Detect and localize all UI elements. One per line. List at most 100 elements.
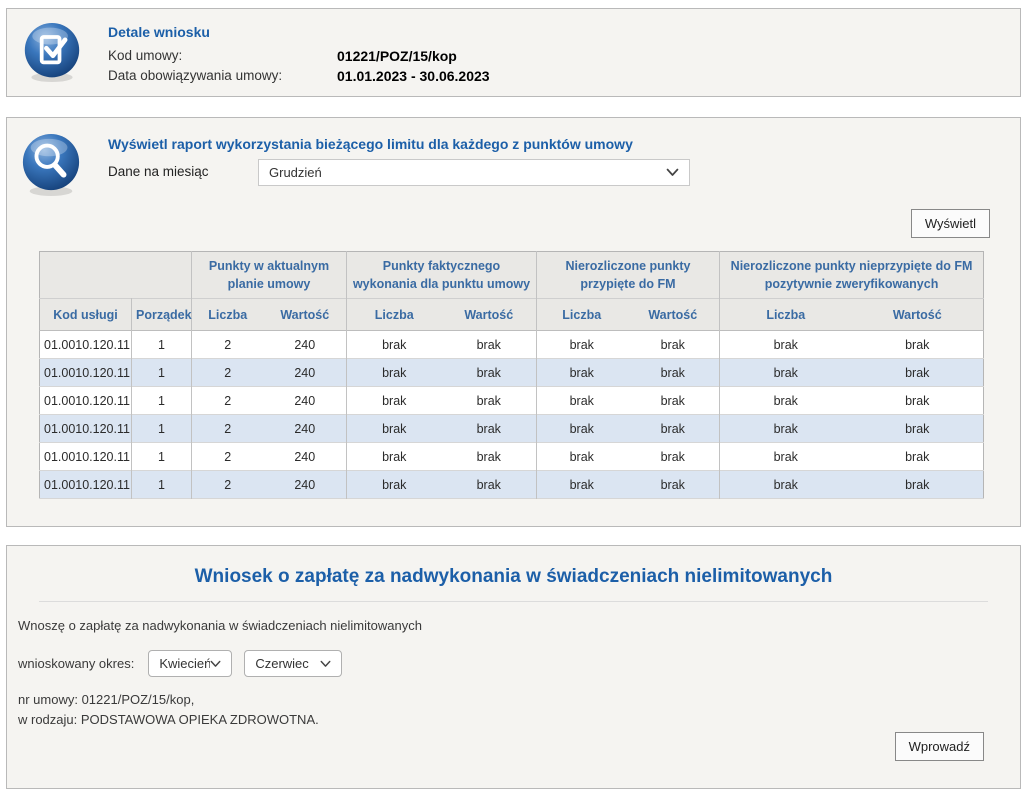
report-table: Punkty w aktualnym planie umowy Punkty f… bbox=[39, 251, 984, 499]
chevron-down-icon bbox=[210, 660, 231, 668]
overrun-payment-request-panel: Wniosek o zapłatę za nadwykonania w świa… bbox=[6, 545, 1021, 789]
request-title: Wniosek o zapłatę za nadwykonania w świa… bbox=[7, 566, 1020, 588]
table-cell: brak bbox=[720, 415, 852, 443]
table-cell: 240 bbox=[264, 331, 347, 359]
magnifier-icon bbox=[20, 132, 82, 201]
table-cell: 240 bbox=[264, 443, 347, 471]
table-cell: 240 bbox=[264, 387, 347, 415]
panel-title: Wyświetl raport wykorzystania bieżącego … bbox=[108, 136, 633, 152]
table-row: 01.0010.120.1112240brakbrakbrakbrakbrakb… bbox=[40, 331, 984, 359]
contract-details: Kod umowy: 01221/POZ/15/kop Data obowiąz… bbox=[108, 46, 490, 86]
col-header-order: Porządek bbox=[132, 299, 192, 331]
panel-title: Detale wniosku bbox=[108, 24, 210, 40]
table-cell: 1 bbox=[132, 443, 192, 471]
month-select[interactable]: Grudzień bbox=[258, 159, 690, 186]
period-to-select[interactable]: Czerwiec bbox=[244, 650, 342, 677]
table-cell: brak bbox=[442, 387, 537, 415]
period-label: wnioskowany okres: bbox=[18, 656, 134, 671]
table-cell: brak bbox=[347, 331, 442, 359]
table-cell: brak bbox=[537, 359, 627, 387]
contract-dates-value: 01.01.2023 - 30.06.2023 bbox=[337, 66, 490, 86]
table-cell: 01.0010.120.11 bbox=[40, 387, 132, 415]
table-row: 01.0010.120.1112240brakbrakbrakbrakbrakb… bbox=[40, 359, 984, 387]
table-cell: 1 bbox=[132, 331, 192, 359]
service-kind-line: w rodzaju: PODSTAWOWA OPIEKA ZDROWOTNA. bbox=[18, 712, 319, 727]
table-cell: brak bbox=[852, 415, 984, 443]
table-cell: brak bbox=[347, 387, 442, 415]
display-button[interactable]: Wyświetl bbox=[911, 209, 990, 238]
table-cell: brak bbox=[347, 359, 442, 387]
group-header-unsettled-fm: Nierozliczone punkty przypięte do FM bbox=[537, 252, 720, 299]
table-row: 01.0010.120.1112240brakbrakbrakbrakbrakb… bbox=[40, 443, 984, 471]
table-cell: brak bbox=[537, 415, 627, 443]
table-cell: brak bbox=[537, 331, 627, 359]
col-header-service-code: Kod usługi bbox=[40, 299, 132, 331]
period-to-value: Czerwiec bbox=[245, 656, 320, 671]
table-cell: brak bbox=[852, 359, 984, 387]
page: Detale wniosku Kod umowy: 01221/POZ/15/k… bbox=[0, 0, 1027, 794]
contract-dates-label: Data obowiązywania umowy: bbox=[108, 66, 337, 86]
contract-code-row: Kod umowy: 01221/POZ/15/kop bbox=[108, 46, 490, 66]
table-cell: 01.0010.120.11 bbox=[40, 415, 132, 443]
table-cell: 01.0010.120.11 bbox=[40, 471, 132, 499]
table-cell: brak bbox=[537, 443, 627, 471]
period-from-value: Kwiecień bbox=[149, 656, 210, 671]
table-row: 01.0010.120.1112240brakbrakbrakbrakbrakb… bbox=[40, 387, 984, 415]
table-row: 01.0010.120.1112240brakbrakbrakbrakbrakb… bbox=[40, 471, 984, 499]
group-header-execution: Punkty faktycznego wykonania dla punktu … bbox=[347, 252, 537, 299]
period-from-select[interactable]: Kwiecień bbox=[148, 650, 232, 677]
contract-code-label: Kod umowy: bbox=[108, 46, 337, 66]
table-cell: 01.0010.120.11 bbox=[40, 359, 132, 387]
table-row: 01.0010.120.1112240brakbrakbrakbrakbrakb… bbox=[40, 415, 984, 443]
application-details-panel: Detale wniosku Kod umowy: 01221/POZ/15/k… bbox=[6, 8, 1021, 97]
table-sub-header-row: Kod usługi Porządek Liczba Wartość Liczb… bbox=[40, 299, 984, 331]
table-cell: 1 bbox=[132, 471, 192, 499]
table-cell: brak bbox=[852, 471, 984, 499]
col-header-value: Wartość bbox=[852, 299, 984, 331]
table-cell: brak bbox=[347, 415, 442, 443]
table-cell: 1 bbox=[132, 359, 192, 387]
col-header-count: Liczba bbox=[192, 299, 264, 331]
table-cell: brak bbox=[442, 471, 537, 499]
table-cell: brak bbox=[442, 443, 537, 471]
table-cell: 240 bbox=[264, 471, 347, 499]
contract-code-value: 01221/POZ/15/kop bbox=[337, 46, 457, 66]
table-cell: brak bbox=[720, 331, 852, 359]
table-group-header-row: Punkty w aktualnym planie umowy Punkty f… bbox=[40, 252, 984, 299]
table-cell: 2 bbox=[192, 415, 264, 443]
table-cell: brak bbox=[627, 415, 720, 443]
col-header-value: Wartość bbox=[442, 299, 537, 331]
chevron-down-icon bbox=[666, 168, 689, 177]
col-header-count: Liczba bbox=[720, 299, 852, 331]
table-cell: brak bbox=[627, 443, 720, 471]
group-header-plan: Punkty w aktualnym planie umowy bbox=[192, 252, 347, 299]
submit-button[interactable]: Wprowadź bbox=[895, 732, 984, 761]
table-cell: brak bbox=[442, 359, 537, 387]
col-header-value: Wartość bbox=[627, 299, 720, 331]
month-select-value: Grudzień bbox=[259, 165, 666, 180]
table-cell: brak bbox=[852, 331, 984, 359]
table-cell: brak bbox=[627, 471, 720, 499]
table-cell: brak bbox=[720, 359, 852, 387]
table-cell: 01.0010.120.11 bbox=[40, 331, 132, 359]
table-cell: brak bbox=[627, 331, 720, 359]
request-statement: Wnoszę o zapłatę za nadwykonania w świad… bbox=[18, 618, 422, 633]
checked-document-icon bbox=[22, 21, 82, 88]
table-cell: brak bbox=[720, 387, 852, 415]
contract-dates-row: Data obowiązywania umowy: 01.01.2023 - 3… bbox=[108, 66, 490, 86]
report-table-body: 01.0010.120.1112240brakbrakbrakbrakbrakb… bbox=[40, 331, 984, 499]
title-divider bbox=[39, 601, 988, 602]
table-cell: brak bbox=[852, 443, 984, 471]
table-cell: 2 bbox=[192, 471, 264, 499]
table-cell: brak bbox=[720, 443, 852, 471]
contract-number-line: nr umowy: 01221/POZ/15/kop, bbox=[18, 692, 194, 707]
col-header-count: Liczba bbox=[537, 299, 627, 331]
table-cell: 1 bbox=[132, 387, 192, 415]
table-cell: brak bbox=[442, 331, 537, 359]
group-header-unsettled-nofm: Nierozliczone punkty nieprzypięte do FM … bbox=[720, 252, 984, 299]
table-cell: 2 bbox=[192, 359, 264, 387]
period-row: wnioskowany okres: Kwiecień Czerwiec bbox=[18, 650, 342, 677]
table-cell: brak bbox=[627, 359, 720, 387]
table-cell: 2 bbox=[192, 443, 264, 471]
table-cell: brak bbox=[347, 443, 442, 471]
